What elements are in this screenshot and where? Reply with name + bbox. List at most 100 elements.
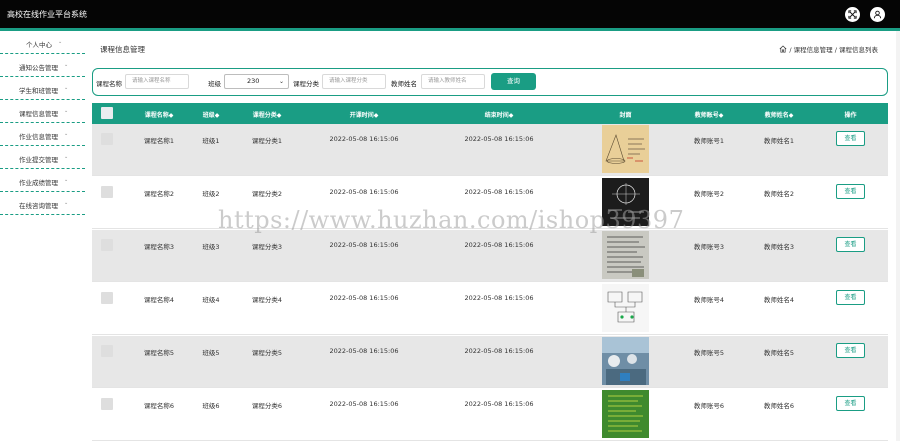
teacher-input[interactable]: 请输入教师姓名 [421, 74, 485, 89]
caret-down-icon: ⌄ [64, 177, 69, 183]
cell-teacher-account: 教师账号4 [693, 296, 725, 304]
course-name-input[interactable]: 请输入课程名称 [125, 74, 189, 89]
cell-category: 课程分类1 [251, 137, 283, 145]
row-checkbox[interactable] [101, 133, 113, 145]
cell-course-name: 课程名称4 [143, 296, 175, 304]
search-form: 课程名称 请输入课程名称 班级 230 ⌄ 课程分类 请输入课程分类 教师姓名 … [92, 68, 888, 96]
column-header-end[interactable]: 结束时间◆ [469, 110, 529, 119]
view-button[interactable]: 查看 [836, 396, 865, 411]
sidebar-item-label: 作业信息管理 [19, 133, 58, 141]
caret-down-icon: ⌄ [64, 62, 69, 68]
cell-class: 班级6 [202, 402, 220, 410]
table-row: 课程名称1 班级1 课程分类1 2022-05-08 16:15:06 2022… [92, 124, 888, 176]
sidebar: 个人中心 ⌄ 通知公告管理 ⌄ 学生和班管理 ⌄ 课程信息管理 ⌄ 作业信息管理… [0, 31, 85, 441]
breadcrumb-item: 课程信息列表 [839, 46, 878, 54]
cell-teacher-account: 教师账号2 [693, 190, 725, 198]
cell-teacher-name: 教师姓名2 [763, 190, 795, 198]
caret-down-icon: ⌄ [64, 131, 69, 137]
query-button[interactable]: 查询 [491, 73, 536, 90]
row-checkbox[interactable] [101, 398, 113, 410]
cell-end-time: 2022-05-08 16:15:06 [464, 400, 534, 408]
table-row: 课程名称5 班级5 课程分类5 2022-05-08 16:15:06 2022… [92, 336, 888, 388]
user-avatar-icon[interactable] [870, 7, 885, 22]
column-header-teacher[interactable]: 教师姓名◆ [754, 110, 804, 119]
table-header: 课程名称◆ 班级◆ 课程分类◆ 开课时间◆ 结束时间◆ 封面 教师账号◆ 教师姓… [92, 103, 888, 124]
sidebar-item-notices[interactable]: 通知公告管理 ⌄ [0, 54, 85, 77]
cell-category: 课程分类3 [251, 243, 283, 251]
expand-icon[interactable] [845, 7, 860, 22]
cell-teacher-name: 教师姓名5 [763, 349, 795, 357]
row-checkbox[interactable] [101, 292, 113, 304]
course-cover-image[interactable] [602, 337, 649, 385]
view-button[interactable]: 查看 [836, 184, 865, 199]
sidebar-item-grades[interactable]: 作业成绩管理 ⌄ [0, 169, 85, 192]
view-button[interactable]: 查看 [836, 290, 865, 305]
cell-start-time: 2022-05-08 16:15:06 [329, 188, 399, 196]
cell-course-name: 课程名称5 [143, 349, 175, 357]
column-header-action: 操作 [844, 112, 857, 119]
column-header-category[interactable]: 课程分类◆ [242, 110, 292, 119]
view-button[interactable]: 查看 [836, 131, 865, 146]
sidebar-item-consult[interactable]: 在线咨询管理 ⌄ [0, 192, 85, 215]
table-row: 课程名称4 班级4 课程分类4 2022-05-08 16:15:06 2022… [92, 283, 888, 335]
cell-end-time: 2022-05-08 16:15:06 [464, 241, 534, 249]
cell-end-time: 2022-05-08 16:15:06 [464, 135, 534, 143]
page-scrollbar[interactable] [896, 31, 900, 441]
sidebar-item-label: 个人中心 [26, 41, 52, 49]
cell-start-time: 2022-05-08 16:15:06 [329, 294, 399, 302]
sidebar-item-label: 学生和班管理 [19, 87, 58, 95]
cell-course-name: 课程名称3 [143, 243, 175, 251]
breadcrumb: / 课程信息管理 / 课程信息列表 [779, 44, 878, 54]
app-title: 高校在线作业平台系统 [7, 10, 87, 19]
sidebar-item-homework[interactable]: 作业信息管理 ⌄ [0, 123, 85, 146]
cell-category: 课程分类2 [251, 190, 283, 198]
sidebar-item-label: 课程信息管理 [19, 110, 58, 118]
top-bar: 高校在线作业平台系统 [0, 0, 900, 28]
teacher-label: 教师姓名 [391, 80, 417, 88]
column-header-account[interactable]: 教师账号◆ [684, 110, 734, 119]
cell-class: 班级1 [202, 137, 220, 145]
caret-down-icon: ⌄ [64, 108, 69, 114]
sidebar-item-personal-center[interactable]: 个人中心 ⌄ [0, 31, 85, 54]
cell-start-time: 2022-05-08 16:15:06 [329, 241, 399, 249]
class-select[interactable]: 230 ⌄ [224, 74, 289, 89]
view-button[interactable]: 查看 [836, 237, 865, 252]
row-checkbox[interactable] [101, 239, 113, 251]
sidebar-item-students[interactable]: 学生和班管理 ⌄ [0, 77, 85, 100]
course-cover-image[interactable] [602, 125, 649, 173]
caret-down-icon: ⌄ [58, 39, 63, 45]
course-cover-image[interactable] [602, 231, 649, 279]
cell-teacher-name: 教师姓名3 [763, 243, 795, 251]
column-header-name[interactable]: 课程名称◆ [134, 110, 184, 119]
sidebar-item-label: 通知公告管理 [19, 64, 58, 72]
category-input[interactable]: 请输入课程分类 [322, 74, 386, 89]
table-row: 课程名称3 班级3 课程分类3 2022-05-08 16:15:06 2022… [92, 230, 888, 282]
course-cover-image[interactable] [602, 390, 649, 438]
cell-teacher-account: 教师账号6 [693, 402, 725, 410]
class-label: 班级 [208, 80, 221, 88]
row-checkbox[interactable] [101, 186, 113, 198]
caret-down-icon: ⌄ [64, 154, 69, 160]
row-checkbox[interactable] [101, 345, 113, 357]
column-header-start[interactable]: 开课时间◆ [334, 110, 394, 119]
page-title: 课程信息管理 [100, 45, 145, 54]
cell-category: 课程分类5 [251, 349, 283, 357]
cell-category: 课程分类4 [251, 296, 283, 304]
home-icon[interactable] [779, 45, 787, 54]
cell-class: 班级5 [202, 349, 220, 357]
cell-course-name: 课程名称1 [143, 137, 175, 145]
view-button[interactable]: 查看 [836, 343, 865, 358]
caret-down-icon: ⌄ [64, 85, 69, 91]
course-cover-image[interactable] [602, 284, 649, 332]
select-all-checkbox[interactable] [101, 107, 113, 119]
cell-start-time: 2022-05-08 16:15:06 [329, 347, 399, 355]
class-select-value: 230 [247, 77, 260, 85]
column-header-class[interactable]: 班级◆ [196, 110, 226, 119]
chevron-down-icon: ⌄ [278, 78, 284, 85]
cell-start-time: 2022-05-08 16:15:06 [329, 400, 399, 408]
breadcrumb-item[interactable]: 课程信息管理 [794, 46, 833, 54]
cell-teacher-name: 教师姓名4 [763, 296, 795, 304]
sidebar-item-courses[interactable]: 课程信息管理 ⌄ [0, 100, 85, 123]
sidebar-item-submissions[interactable]: 作业提交管理 ⌄ [0, 146, 85, 169]
main-content: 课程信息管理 / 课程信息管理 / 课程信息列表 课程名称 请输入课程名称 班级… [90, 31, 900, 441]
